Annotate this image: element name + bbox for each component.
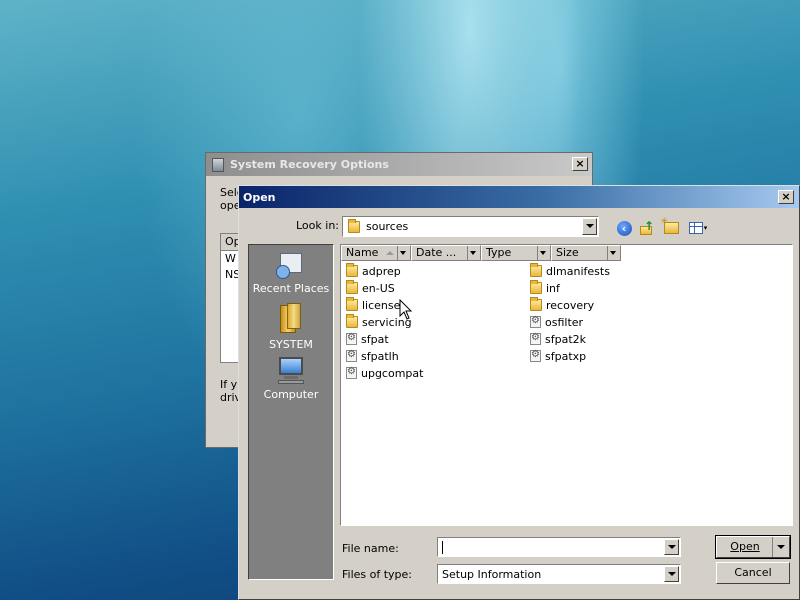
place-system[interactable]: SYSTEM — [249, 303, 333, 351]
chevron-down-icon: ▾ — [703, 224, 708, 232]
list-item[interactable]: sfpat2k — [530, 331, 586, 347]
chevron-down-icon[interactable] — [397, 246, 410, 260]
file-name-text: upgcompat — [361, 366, 424, 380]
setup-file-icon — [530, 349, 541, 362]
list-item[interactable]: upgcompat — [346, 365, 423, 381]
file-name-text: sfpatlh — [361, 349, 399, 363]
sro-title-bar: System Recovery Options — [206, 153, 592, 176]
up-folder-icon: ↑ — [640, 219, 654, 235]
list-item[interactable]: osfilter — [530, 314, 583, 330]
file-name-text: dlmanifests — [546, 264, 610, 278]
file-name-text: osfilter — [545, 315, 584, 329]
file-name-text: adprep — [362, 264, 401, 278]
computer-icon — [276, 357, 306, 385]
place-label: Recent Places — [252, 282, 330, 295]
list-item[interactable]: dlmanifests — [530, 263, 610, 279]
place-label: SYSTEM — [269, 338, 313, 351]
views-menu-button[interactable]: ▾ — [685, 219, 711, 237]
file-name-text: en-US — [362, 281, 395, 295]
file-name-text: sfpat — [361, 332, 389, 346]
chevron-down-icon[interactable] — [582, 218, 597, 235]
file-type-value: Setup Information — [442, 567, 542, 581]
recent-places-icon — [276, 253, 306, 279]
folder-icon — [530, 280, 542, 294]
column-header-type[interactable]: Type — [481, 245, 551, 261]
text-caret — [442, 540, 443, 554]
file-type-label: Files of type: — [342, 568, 413, 581]
chevron-down-icon[interactable] — [772, 537, 789, 557]
column-header-size[interactable]: Size — [551, 245, 621, 261]
chevron-down-icon[interactable] — [607, 246, 620, 260]
file-name-label: File name: — [342, 542, 399, 555]
file-name-text: license — [362, 298, 401, 312]
cancel-button[interactable]: Cancel — [716, 562, 790, 584]
folder-icon — [530, 297, 542, 311]
sro-close-button[interactable]: × — [572, 157, 588, 171]
setup-file-icon — [346, 366, 357, 379]
look-in-label: Look in: — [296, 219, 339, 232]
open-close-button[interactable]: × — [778, 190, 794, 204]
folder-icon — [346, 314, 358, 328]
setup-file-icon — [346, 332, 357, 345]
list-item[interactable]: en-US — [346, 280, 395, 296]
look-in-value: sources — [366, 220, 409, 233]
list-item[interactable]: adprep — [346, 263, 401, 279]
sro-footer-line1: If y — [220, 378, 238, 391]
open-button[interactable]: Open — [715, 535, 791, 559]
column-header-name[interactable]: Name — [341, 245, 411, 261]
folder-icon — [348, 218, 360, 233]
place-label: Computer — [263, 388, 319, 401]
file-name-input[interactable] — [437, 537, 681, 557]
chevron-down-icon[interactable] — [537, 246, 550, 260]
recovery-app-icon — [212, 157, 224, 172]
new-folder-icon — [661, 217, 679, 234]
setup-file-icon — [346, 349, 357, 362]
back-arrow-icon: ‹ — [616, 220, 632, 236]
setup-file-icon — [530, 315, 541, 328]
file-name-text: inf — [546, 281, 560, 295]
list-item[interactable]: recovery — [530, 297, 594, 313]
list-item[interactable]: sfpatlh — [346, 348, 399, 364]
sort-arrow-icon — [386, 251, 394, 255]
new-folder-button[interactable] — [661, 217, 681, 237]
list-item[interactable]: license — [346, 297, 400, 313]
sro-title: System Recovery Options — [230, 158, 389, 171]
file-type-dropdown[interactable]: Setup Information — [437, 564, 681, 584]
setup-file-icon — [530, 332, 541, 345]
views-icon — [688, 222, 703, 234]
chevron-down-icon[interactable] — [467, 246, 480, 260]
mouse-cursor-icon — [399, 299, 413, 320]
place-computer[interactable]: Computer — [249, 357, 333, 401]
back-button[interactable]: ‹ — [614, 219, 634, 237]
file-name-text: recovery — [546, 298, 595, 312]
open-file-dialog: Open × Look in: sources ‹ ↑ ▾ Recent Pla… — [238, 185, 800, 600]
folder-icon — [530, 263, 542, 277]
open-title-bar: Open — [239, 186, 799, 208]
folder-icon — [346, 263, 358, 277]
chevron-down-icon[interactable] — [664, 539, 679, 555]
system-drive-icon — [280, 303, 302, 335]
file-name-text: sfpatxp — [545, 349, 587, 363]
open-dialog-title: Open — [243, 190, 276, 204]
file-name-text: sfpat2k — [545, 332, 587, 346]
folder-icon — [346, 280, 358, 294]
folder-icon — [346, 297, 358, 311]
list-item[interactable]: sfpatxp — [530, 348, 586, 364]
place-recent-places[interactable]: Recent Places — [249, 253, 333, 295]
list-item[interactable]: sfpat — [346, 331, 389, 347]
file-list[interactable]: Name Date ... Type Size adprep en-US licen… — [340, 244, 793, 526]
look-in-dropdown[interactable]: sources — [342, 216, 599, 237]
column-header-date[interactable]: Date ... — [411, 245, 481, 261]
up-one-level-button[interactable]: ↑ — [637, 219, 657, 237]
places-bar: Recent Places SYSTEM Computer — [248, 244, 334, 580]
chevron-down-icon[interactable] — [664, 566, 679, 582]
list-item[interactable]: inf — [530, 280, 560, 296]
